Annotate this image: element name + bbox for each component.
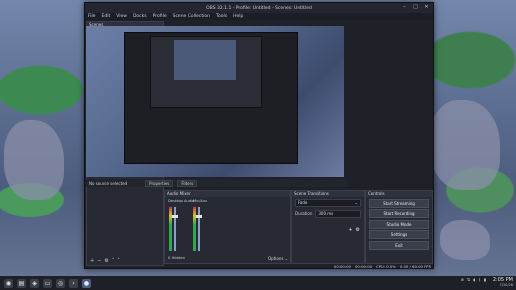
no-source-label: No source selected (89, 180, 128, 186)
settings-button[interactable]: Settings (369, 230, 429, 239)
desktop-audio-meter (169, 207, 172, 251)
fader-knob[interactable] (172, 214, 178, 218)
menu-edit[interactable]: Edit (102, 14, 111, 19)
network-icon[interactable]: ⇅ (467, 277, 470, 282)
duration-label: Duration (295, 211, 313, 216)
controls-header: Controls (366, 191, 432, 197)
fps-readout: 0.00 / 60.00 FPS (399, 263, 431, 269)
minimize-icon[interactable]: – (402, 5, 407, 10)
scene-transitions-dock: Scene Transitions Fade ⌄ Duration 300 ms… (291, 190, 365, 264)
menu-file[interactable]: File (88, 14, 96, 19)
config-icon[interactable]: ⚙ (356, 227, 360, 233)
recursive-screen-capture (86, 26, 344, 177)
hidden-count: 0 Hidden (168, 255, 186, 260)
desktop-audio-label: Desktop Audio (168, 199, 195, 203)
controls-dock: Controls Start Streaming Start Recording… (365, 190, 433, 264)
menu-view[interactable]: View (116, 14, 127, 19)
rec-time: 00:00:00 (354, 263, 373, 269)
options-label: Options (268, 256, 284, 261)
audio-mixer-dock: Audio Mixer Desktop Audio Mic/Aux 0 Hidd… (164, 190, 291, 264)
store-icon[interactable]: ◈ (30, 278, 39, 288)
window-title: OBS 32.1.1 - Profile: Untitled - Scenes:… (206, 5, 312, 11)
file-manager-icon[interactable]: ▭ (43, 278, 52, 288)
menu-docks[interactable]: Docks (133, 14, 147, 19)
stream-time: 00:00:00 (333, 263, 351, 269)
transition-type-select[interactable]: Fade ⌄ (295, 198, 361, 207)
duration-input[interactable]: 300 ms (315, 209, 361, 218)
start-recording-button[interactable]: Start Recording (369, 209, 429, 218)
wallpaper-rock (440, 220, 490, 260)
obs-taskbar-icon[interactable]: ● (82, 278, 91, 288)
task-manager-icon[interactable]: ▤ (17, 278, 26, 288)
close-icon[interactable]: ✕ (424, 5, 429, 10)
start-streaming-button[interactable]: Start Streaming (369, 198, 429, 208)
wallpaper-rock (4, 120, 64, 200)
cpu-usage: CPU: 0.0% (376, 263, 396, 269)
bluetooth-icon[interactable]: ᛒ (478, 277, 480, 282)
mic-aux-fader[interactable] (196, 207, 202, 251)
options-button[interactable]: Options ⌄ (268, 256, 288, 261)
filters-button[interactable]: Filters (177, 179, 198, 187)
window-titlebar[interactable]: OBS 32.1.1 - Profile: Untitled - Scenes:… (85, 3, 433, 13)
menu-help[interactable]: Help (233, 14, 243, 19)
studio-mode-button[interactable]: Studio Mode (369, 219, 429, 229)
wallpaper-rock (430, 100, 500, 190)
menu-tools[interactable]: Tools (216, 14, 227, 19)
app-launcher-icon[interactable]: ◉ (4, 278, 13, 288)
fader-knob[interactable] (196, 214, 202, 218)
browser-icon[interactable]: ◎ (56, 278, 65, 288)
chevron-down-icon: ⌄ (354, 199, 358, 205)
audio-mixer-header: Audio Mixer (165, 191, 290, 197)
mic-aux-meter (193, 207, 196, 251)
menu-scene-collection[interactable]: Scene Collection (173, 14, 210, 19)
desktop-audio-fader[interactable] (172, 207, 178, 251)
maximize-icon[interactable]: □ (413, 5, 418, 10)
transitions-header: Scene Transitions (292, 191, 364, 197)
steam-icon[interactable]: ⊛ (461, 277, 464, 282)
source-context-bar: No source selected Properties Filters (86, 179, 347, 187)
menu-bar: File Edit View Docks Profile Scene Colle… (85, 13, 433, 20)
clock[interactable]: 2:05 PM 7/30/26 (493, 277, 513, 287)
taskbar: ◉ ▤ ◈ ▭ ◎ › ● ⊛ ⇅ ◖ ᛒ ▮ 2:05 PM 7/30/26 (0, 276, 516, 290)
preview-canvas[interactable] (86, 26, 344, 177)
add-icon[interactable]: + (348, 227, 352, 233)
properties-button[interactable]: Properties (145, 179, 174, 187)
exit-button[interactable]: Exit (369, 240, 429, 250)
menu-profile[interactable]: Profile (153, 14, 167, 19)
battery-icon[interactable]: ▮ (484, 277, 486, 282)
mic-aux-label: Mic/Aux (193, 199, 208, 203)
clock-date: 7/30/26 (499, 283, 514, 287)
duration-value: 300 ms (318, 210, 334, 216)
volume-icon[interactable]: ◖ (473, 277, 475, 282)
system-tray: ⊛ ⇅ ◖ ᛒ ▮ (461, 277, 486, 282)
nested-obs-window (174, 40, 236, 80)
transition-type-value: Fade (298, 199, 308, 205)
status-bar: 00:00:00 00:00:00 CPU: 0.0% 0.00 / 60.00… (85, 263, 435, 269)
terminal-icon[interactable]: › (69, 278, 78, 288)
